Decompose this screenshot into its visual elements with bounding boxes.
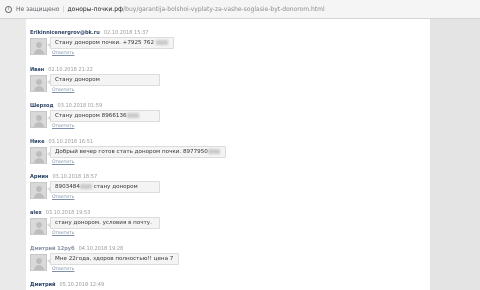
address-separator: | (62, 5, 65, 13)
comment-author: alex 03.10.2018 19:53 (30, 210, 91, 216)
comment-date: 03.10.2018 01:59 (57, 103, 103, 109)
comment-author: Армин 03.10.2018 18:57 (30, 174, 98, 180)
redacted-text (126, 113, 139, 118)
comments-list: Erikinnicenergrov@bk.ru 02.10.2018 15:37 … (26, 19, 430, 290)
reply-link[interactable]: Ответить (52, 88, 74, 93)
reply-link[interactable]: Ответить (52, 160, 74, 165)
comment-date: 03.10.2018 19:53 (45, 210, 91, 216)
avatar (30, 182, 47, 199)
comment-date: 03.10.2018 16:51 (48, 139, 94, 145)
redacted-text (207, 149, 220, 154)
address-bar[interactable]: i Не защищено | доноры-почки.рф /buy/gar… (0, 0, 480, 19)
reply-link[interactable]: Ответить (52, 267, 74, 272)
comment-author: Нике 03.10.2018 16:51 (30, 139, 94, 145)
comment-date: 02.10.2018 21:22 (48, 67, 93, 73)
comment-text: стану донором. условия в почту. (47, 217, 160, 229)
avatar (30, 75, 47, 92)
comment-author: Erikinnicenergrov@bk.ru 02.10.2018 15:37 (30, 30, 149, 36)
reply-link[interactable]: Ответить (52, 231, 74, 236)
comment-author: Дмитрий 05.10.2018 12:49 (30, 282, 105, 288)
url-path[interactable]: /buy/garantija-bolshoi-vyplaty-za-vashe-… (123, 6, 325, 13)
comment-date: 05.10.2018 12:49 (59, 282, 105, 288)
avatar (30, 38, 47, 55)
reply-link[interactable]: Ответить (52, 51, 74, 56)
comment-author: Шерзод 03.10.2018 01:59 (30, 103, 103, 109)
comment-text: Стану донором (47, 74, 160, 86)
url-domain[interactable]: доноры-почки.рф (68, 6, 124, 13)
comment-date: 02.10.2018 15:37 (103, 30, 149, 36)
reply-link[interactable]: Ответить (52, 195, 74, 200)
reply-link[interactable]: Ответить (52, 124, 74, 129)
comment-text: 8903484 стану донором (47, 181, 160, 193)
page-left-margin (0, 19, 26, 290)
avatar (30, 218, 47, 235)
avatar (30, 147, 47, 164)
redacted-text (79, 184, 92, 189)
comment-author: Иван 02.10.2018 21:22 (30, 67, 93, 73)
comment-text: Мне 22года, здоров полностью!! цена 7 (46, 253, 180, 265)
info-icon[interactable]: i (5, 5, 12, 13)
security-status[interactable]: Не защищено (16, 6, 59, 13)
comment-date: 04.10.2018 19:28 (78, 246, 124, 252)
avatar (30, 111, 47, 128)
comment-date: 03.10.2018 18:57 (52, 174, 98, 180)
page-right-margin (430, 19, 480, 290)
comment-text: Добрый вечер готов стать донором почки. … (47, 146, 226, 158)
comment-author: Дмитрий 12руб 04.10.2018 19:28 (30, 246, 124, 252)
redacted-text (155, 40, 168, 45)
comment-text: Стану донором 8966136 (47, 110, 160, 122)
avatar (30, 254, 47, 271)
comment-text: Стану донором почки. +7925 762 (47, 37, 174, 49)
